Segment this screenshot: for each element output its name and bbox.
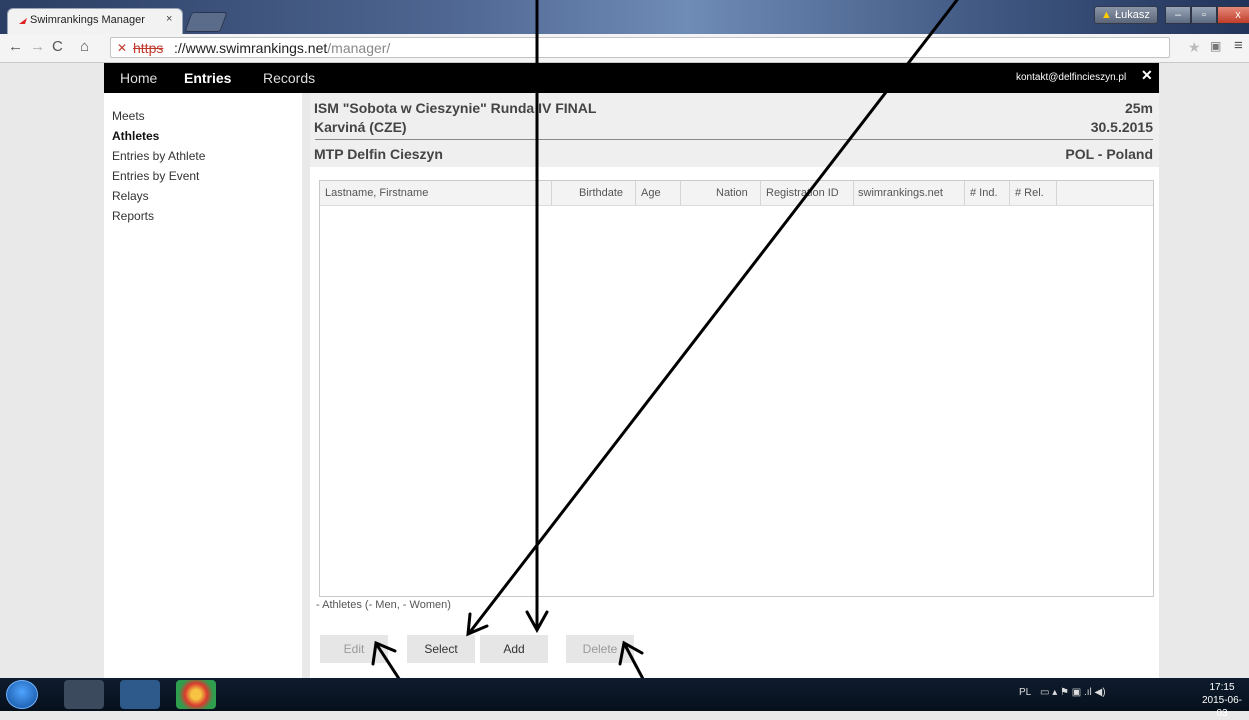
url-text: ://www.swimrankings.net/manager/: [174, 40, 390, 56]
back-arrow-icon[interactable]: ←: [8, 38, 23, 55]
clock-time: 17:15: [1209, 682, 1235, 693]
media-player-icon[interactable]: [120, 680, 160, 709]
sidebar-item-reports[interactable]: Reports: [112, 209, 154, 223]
edit-button[interactable]: Edit: [320, 635, 388, 663]
warning-icon: ▲: [1101, 9, 1112, 21]
club-nation: POL - Poland: [1065, 146, 1153, 162]
tab-close-icon[interactable]: ×: [166, 13, 172, 25]
column-header-swimrankings[interactable]: swimrankings.net: [858, 187, 943, 199]
browser-titlebar: Swimrankings Manager × ▲ Łukasz – ▫ x: [0, 0, 1249, 34]
url-input[interactable]: ✕ https ://www.swimrankings.net/manager/: [110, 37, 1170, 58]
page: Home Entries Records kontakt@delfinciesz…: [0, 63, 1249, 678]
column-header-age[interactable]: Age: [641, 187, 661, 199]
add-button[interactable]: Add: [480, 635, 548, 663]
home-icon[interactable]: ⌂: [80, 38, 89, 55]
file-explorer-icon[interactable]: [64, 680, 104, 709]
select-button[interactable]: Select: [407, 635, 475, 663]
clock-date: 2015-06-03: [1201, 695, 1243, 719]
column-divider: [760, 181, 761, 205]
windows-taskbar: PL ▭ ▴ ⚑ ▣ .ıl ◀) 17:15 2015-06-03: [0, 678, 1249, 719]
clock[interactable]: 17:15 2015-06-03: [1197, 681, 1247, 720]
athletes-summary: - Athletes (- Men, - Women): [316, 599, 451, 611]
tab-title: Swimrankings Manager: [30, 14, 145, 26]
tray-icons[interactable]: ▭ ▴ ⚑ ▣ .ıl ◀): [1040, 687, 1106, 698]
club-name: MTP Delfin Cieszyn: [314, 146, 443, 162]
swimrankings-favicon-icon: [19, 18, 27, 24]
column-header-ind[interactable]: # Ind.: [970, 187, 998, 199]
column-divider: [680, 181, 681, 205]
nav-records[interactable]: Records: [263, 70, 315, 86]
profile-badge[interactable]: ▲ Łukasz: [1094, 6, 1158, 24]
meet-header: ISM "Sobota w Cieszynie" Runda IV FINAL …: [310, 93, 1159, 167]
sidebar-item-athletes[interactable]: Athletes: [112, 129, 159, 143]
sidebar-item-entries-by-event[interactable]: Entries by Event: [112, 169, 199, 183]
reload-icon[interactable]: C: [52, 38, 63, 55]
insecure-lock-icon: ✕: [117, 41, 128, 55]
column-divider: [853, 181, 854, 205]
column-header-nation[interactable]: Nation: [716, 187, 748, 199]
column-header-name[interactable]: Lastname, Firstname: [325, 187, 428, 199]
column-divider: [1009, 181, 1010, 205]
close-window-button[interactable]: x: [1217, 6, 1249, 24]
forward-arrow-icon[interactable]: →: [30, 38, 45, 55]
logout-icon[interactable]: ✕: [1141, 67, 1153, 84]
column-divider: [551, 181, 552, 205]
sidebar-item-entries-by-athlete[interactable]: Entries by Athlete: [112, 149, 205, 163]
meet-location: Karviná (CZE): [314, 119, 407, 135]
sidebar: Meets Athletes Entries by Athlete Entrie…: [104, 93, 302, 678]
athletes-grid[interactable]: Lastname, Firstname Birthdate Age Nation…: [319, 180, 1154, 597]
header-divider: [315, 139, 1153, 140]
menu-icon[interactable]: ≡: [1234, 37, 1243, 54]
top-navigation: Home Entries Records kontakt@delfinciesz…: [104, 63, 1159, 93]
meet-name: ISM "Sobota w Cieszynie" Runda IV FINAL: [314, 100, 597, 116]
sidebar-item-meets[interactable]: Meets: [112, 109, 145, 123]
browser-tab[interactable]: Swimrankings Manager ×: [7, 8, 183, 34]
meet-date: 30.5.2015: [1090, 119, 1153, 135]
column-divider: [635, 181, 636, 205]
meet-course: 25m: [1124, 100, 1153, 116]
nav-entries[interactable]: Entries: [184, 70, 231, 86]
window-controls: – ▫ x: [1165, 6, 1249, 25]
address-bar-row: ← → C ⌂ ✕ https ://www.swimrankings.net/…: [0, 34, 1249, 63]
column-header-rel[interactable]: # Rel.: [1015, 187, 1044, 199]
bookmark-star-icon[interactable]: ★: [1188, 39, 1201, 56]
sidebar-item-relays[interactable]: Relays: [112, 189, 149, 203]
nav-home[interactable]: Home: [120, 70, 157, 86]
extension-icon[interactable]: ▣: [1210, 39, 1221, 53]
main-content: ISM "Sobota w Cieszynie" Runda IV FINAL …: [310, 93, 1159, 678]
maximize-button[interactable]: ▫: [1191, 6, 1217, 24]
profile-name: Łukasz: [1115, 9, 1150, 21]
column-divider: [1056, 181, 1057, 205]
new-tab-button[interactable]: [184, 12, 228, 32]
column-header-registration-id[interactable]: Registration ID: [766, 187, 839, 199]
url-path: /manager/: [327, 40, 391, 56]
start-button[interactable]: [6, 680, 38, 709]
column-divider: [964, 181, 965, 205]
chrome-icon[interactable]: [176, 680, 216, 709]
column-header-birthdate[interactable]: Birthdate: [579, 187, 623, 199]
url-host: ://www.swimrankings.net: [174, 40, 328, 56]
user-email: kontakt@delfincieszyn.pl: [1016, 72, 1127, 83]
grid-header: Lastname, Firstname Birthdate Age Nation…: [320, 181, 1153, 206]
language-indicator[interactable]: PL: [1019, 687, 1031, 698]
url-scheme: https: [133, 40, 164, 56]
minimize-button[interactable]: –: [1165, 6, 1191, 24]
delete-button[interactable]: Delete: [566, 635, 634, 663]
